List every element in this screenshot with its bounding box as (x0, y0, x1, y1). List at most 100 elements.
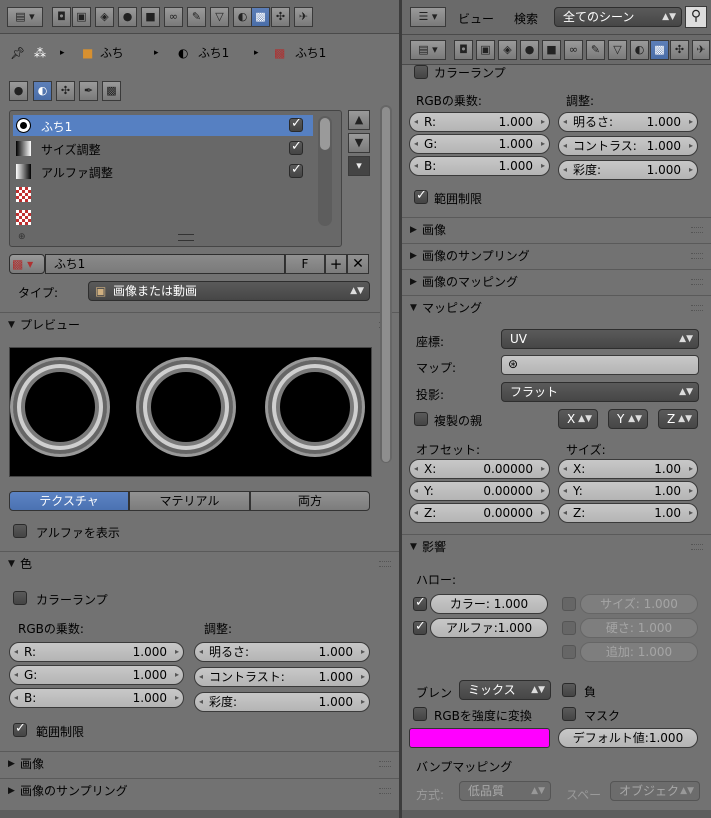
halo-color-checkbox[interactable] (413, 595, 427, 611)
particles-tab-right[interactable]: ✣ (670, 40, 689, 60)
rgb-b-field-right[interactable]: ◂ B: 1.000 ▸ (409, 156, 550, 176)
rgb-g-field[interactable]: ◂ G: 1.000 ▸ (9, 665, 184, 685)
arrow-right-icon[interactable]: ▸ (541, 135, 545, 153)
arrow-left-icon[interactable]: ◂ (563, 482, 567, 500)
clamp-checkbox[interactable] (13, 721, 27, 737)
list-item[interactable]: ふち1 (13, 115, 313, 136)
drag-grip-icon[interactable] (691, 253, 703, 259)
arrow-right-icon[interactable]: ▸ (175, 689, 179, 707)
move-slot-up-button[interactable]: ▲ (348, 110, 370, 130)
world-tab[interactable]: ● (118, 7, 137, 27)
preview-tab-material[interactable]: マテリアル (129, 491, 250, 511)
arrow-right-icon[interactable]: ▸ (689, 460, 693, 478)
texture-tab[interactable]: ▩ (251, 7, 270, 27)
rgb-to-intensity-checkbox[interactable] (413, 707, 427, 721)
contrast-field-right[interactable]: ◂ コントラス: 1.000 ▸ (558, 136, 698, 156)
pin-icon[interactable]: 📌︎ (10, 43, 25, 63)
arrow-left-icon[interactable]: ◂ (199, 643, 203, 661)
drag-grip-icon[interactable] (379, 761, 391, 767)
drag-grip-icon[interactable] (691, 279, 703, 285)
drag-grip-icon[interactable] (691, 305, 703, 311)
rgb-r-field[interactable]: ◂ R: 1.000 ▸ (9, 642, 184, 662)
view-menu[interactable]: ビュー (458, 10, 494, 27)
halo-size-field[interactable]: サイズ: 1.000 (580, 594, 698, 614)
sampling-section-header-right[interactable]: ▶ 画像のサンプリング (402, 243, 711, 268)
image-section-header-right[interactable]: ▶ 画像 (402, 217, 711, 242)
texture-type-select[interactable]: ▣ 画像または動画 ▲▼ (88, 281, 370, 301)
list-scrollbar[interactable] (318, 116, 332, 226)
world-tab-right[interactable]: ● (520, 40, 539, 60)
halo-hardness-checkbox[interactable] (562, 621, 576, 635)
arrow-left-icon[interactable]: ◂ (14, 689, 18, 707)
halo-add-checkbox[interactable] (562, 645, 576, 659)
arrow-left-icon[interactable]: ◂ (563, 460, 567, 478)
preview-section-header[interactable]: ▼ プレビュー (0, 312, 399, 337)
list-item[interactable]: サイズ調整 (13, 138, 313, 159)
render-layers-tab-right[interactable]: ▣ (476, 40, 495, 60)
left-scrollbar[interactable] (380, 105, 392, 463)
particles-tab[interactable]: ✣ (271, 7, 290, 27)
clamp-checkbox-right[interactable] (414, 188, 428, 204)
saturation-field-right[interactable]: ◂ 彩度: 1.000 ▸ (558, 160, 698, 180)
size-z-field[interactable]: ◂ Z: 1.00 ▸ (558, 503, 698, 523)
texture-name-field[interactable]: ふち1 (45, 254, 285, 274)
blend-select[interactable]: ミックス ▲▼ (459, 680, 551, 700)
fake-user-button[interactable]: F (285, 254, 325, 274)
halo-alpha-field[interactable]: アルファ:1.000 (430, 618, 548, 638)
drag-grip-icon[interactable] (379, 788, 391, 794)
offset-y-field[interactable]: ◂ Y: 0.00000 ▸ (409, 481, 550, 501)
mapping-section-header[interactable]: ▼ マッピング (402, 295, 711, 320)
stencil-checkbox[interactable] (562, 707, 576, 721)
arrow-right-icon[interactable]: ▸ (689, 137, 693, 155)
search-button[interactable]: ⚲ (685, 6, 707, 28)
context-material-button[interactable]: ◐ (33, 81, 52, 101)
arrow-right-icon[interactable]: ▸ (689, 504, 693, 522)
color-ramp-checkbox-right[interactable] (414, 65, 428, 79)
bump-space-select[interactable]: オブジェク ▲▼ (610, 781, 700, 801)
preview-tab-both[interactable]: 両方 (250, 491, 370, 511)
texture-slot-enable-checkbox[interactable] (289, 162, 303, 178)
halo-hardness-field[interactable]: 硬さ: 1.000 (580, 618, 698, 638)
rgb-g-field-right[interactable]: ◂ G: 1.000 ▸ (409, 134, 550, 154)
scene-filter-select[interactable]: 全てのシーン ▲▼ (554, 7, 682, 27)
arrow-right-icon[interactable]: ▸ (541, 482, 545, 500)
list-item[interactable] (13, 184, 313, 205)
context-other-button[interactable]: ▩ (102, 81, 121, 101)
editor-type-menu[interactable]: ▤ ▾ (7, 7, 43, 27)
halo-alpha-checkbox[interactable] (413, 619, 427, 635)
arrow-right-icon[interactable]: ▸ (541, 113, 545, 131)
color-ramp-checkbox[interactable] (13, 591, 27, 605)
arrow-right-icon[interactable]: ▸ (689, 161, 693, 179)
mapping-x-select[interactable]: X ▲▼ (558, 409, 598, 429)
arrow-left-icon[interactable]: ◂ (14, 643, 18, 661)
arrow-left-icon[interactable]: ◂ (563, 504, 567, 522)
drag-grip-icon[interactable] (691, 227, 703, 233)
halo-color-field[interactable]: カラー: 1.000 (430, 594, 548, 614)
list-grip-icon[interactable] (178, 234, 194, 241)
object-tab-right[interactable]: ■ (542, 40, 561, 60)
physics-tab[interactable]: ✈ (294, 7, 313, 27)
unlink-texture-button[interactable]: ✕ (347, 254, 369, 274)
context-particles-button[interactable]: ✣ (56, 81, 75, 101)
offset-z-field[interactable]: ◂ Z: 0.00000 ▸ (409, 503, 550, 523)
data-tab[interactable]: ▽ (210, 7, 229, 27)
editor-type-menu-right[interactable]: ▤ ▾ (410, 40, 446, 60)
texture-slot-enable-checkbox[interactable] (289, 139, 303, 155)
color-section-header[interactable]: ▼ 色 (0, 551, 399, 576)
rgb-r-field-right[interactable]: ◂ R: 1.000 ▸ (409, 112, 550, 132)
brightness-field[interactable]: ◂ 明るさ: 1.000 ▸ (194, 642, 370, 662)
blend-color-swatch[interactable] (409, 728, 550, 748)
show-alpha-checkbox[interactable] (13, 524, 27, 538)
arrow-left-icon[interactable]: ◂ (414, 157, 418, 175)
arrow-right-icon[interactable]: ▸ (689, 113, 693, 131)
contrast-field[interactable]: ◂ コントラスト: 1.000 ▸ (194, 667, 370, 687)
mapping-z-select[interactable]: Z ▲▼ (658, 409, 698, 429)
arrow-left-icon[interactable]: ◂ (563, 161, 567, 179)
render-layers-tab[interactable]: ▣ (72, 7, 91, 27)
default-value-field[interactable]: デフォルト値:1.000 (558, 728, 698, 748)
arrow-right-icon[interactable]: ▸ (175, 643, 179, 661)
object-tab[interactable]: ■ (141, 7, 160, 27)
preview-tab-texture[interactable]: テクスチャ (9, 491, 129, 511)
arrow-right-icon[interactable]: ▸ (541, 460, 545, 478)
rgb-b-field[interactable]: ◂ B: 1.000 ▸ (9, 688, 184, 708)
